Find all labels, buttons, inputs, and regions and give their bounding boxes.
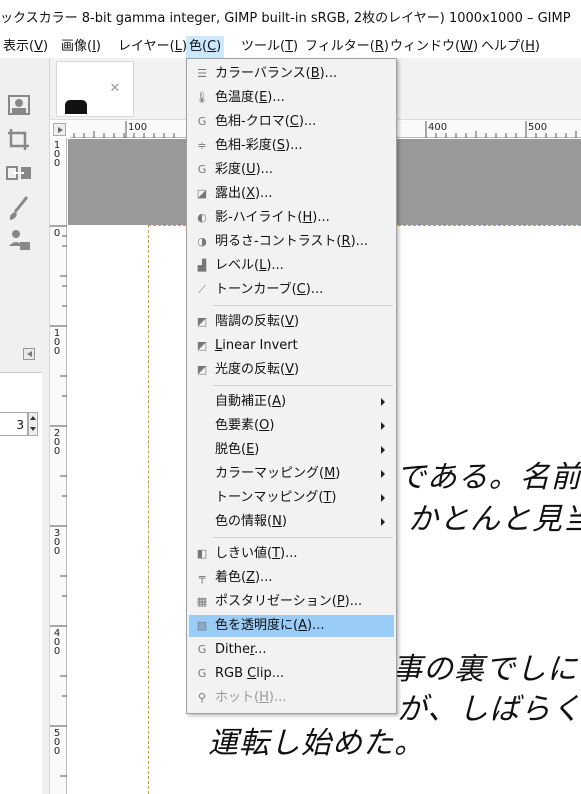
color-temperature-icon: 🌡: [195, 91, 209, 104]
menu-view[interactable]: 表示(V): [0, 36, 51, 58]
exposure-icon: ◪: [196, 187, 208, 200]
menu-item-hot: ⚲ ホット(H)...: [189, 687, 394, 709]
menubar: 表示(V) 画像(I) レイヤー(L) 色(C) ツール(T) フィルター(R)…: [0, 34, 581, 58]
menu-item-rgb-clip[interactable]: G RGB Clip...: [189, 663, 394, 685]
image-tab-thumbnail[interactable]: ✕: [56, 61, 134, 117]
menu-item-threshold[interactable]: ◧ しきい値(T)...: [189, 543, 394, 565]
colorize-icon: ╤: [198, 571, 206, 584]
shadows-highlights-icon: ◐: [197, 211, 207, 224]
menu-item-components[interactable]: 色要素(O): [189, 415, 394, 437]
menu-item-hue-chroma[interactable]: G 色相-クロマ(C)...: [189, 111, 394, 133]
linear-invert-icon: ◩: [196, 339, 208, 352]
menu-item-info[interactable]: 色の情報(N): [189, 511, 394, 533]
submenu-arrow-icon: [381, 494, 385, 502]
dither-icon: G: [197, 643, 207, 656]
handwritten-text-line: 運転し始めた。: [208, 726, 425, 761]
menu-filters[interactable]: フィルター(R): [302, 36, 392, 58]
menu-item-curves[interactable]: ⟋ トーンカーブ(C)...: [189, 279, 394, 301]
menu-item-map[interactable]: カラーマッピング(M): [189, 463, 394, 485]
menu-tools[interactable]: ツール(T): [238, 36, 301, 58]
saturation-icon: G: [197, 163, 207, 176]
foreground-select-tool-icon[interactable]: [5, 92, 33, 120]
flip-tool-icon[interactable]: [5, 159, 33, 187]
gimp-window: ックスカラー 8-bit gamma integer, GIMP built-i…: [0, 0, 581, 794]
submenu-arrow-icon: [381, 422, 385, 430]
menu-separator: [213, 305, 393, 306]
thumbnail-preview: [65, 100, 87, 114]
ruler-label: 400: [428, 122, 448, 133]
invert-icon: ◩: [196, 315, 208, 328]
hue-chroma-icon: G: [197, 115, 207, 128]
menu-layer[interactable]: レイヤー(L): [115, 36, 190, 58]
colors-menu-dropdown: ☰ カラーバランス(B)... 🌡 色温度(E)... G 色相-クロマ(C)... …: [186, 58, 397, 714]
menu-item-auto[interactable]: 自動補正(A): [189, 391, 394, 413]
hot-icon: ⚲: [197, 691, 207, 704]
menu-windows[interactable]: ウィンドウ(W): [387, 36, 481, 58]
menu-item-dither[interactable]: G Dither...: [189, 639, 394, 661]
handwritten-text-line: である。名前し: [396, 460, 581, 495]
clone-tool-icon[interactable]: [5, 226, 33, 254]
tool-option-spin-value[interactable]: 3: [0, 412, 28, 436]
menu-colors[interactable]: 色(C): [186, 36, 225, 58]
navigate-button[interactable]: [53, 123, 66, 136]
handwritten-text-line: 事の裏でしに: [392, 652, 578, 687]
menu-item-colorize[interactable]: ╤ 着色(Z)...: [189, 567, 394, 589]
ruler-label: 100: [128, 122, 148, 133]
menu-item-levels[interactable]: ▟ レベル(L)...: [189, 255, 394, 277]
ruler-label: 2 0 0: [53, 428, 61, 457]
menu-separator: [213, 537, 393, 538]
dock-collapse-button[interactable]: [23, 348, 35, 360]
menu-item-shadows-highlights[interactable]: ◐ 影-ハイライト(H)...: [189, 207, 394, 229]
hue-saturation-icon: ≑: [197, 139, 207, 152]
menu-item-exposure[interactable]: ◪ 露出(X)...: [189, 183, 394, 205]
ruler-label: 5 0 0: [53, 728, 61, 757]
submenu-arrow-icon: [381, 398, 385, 406]
ruler-label: 4 0 0: [53, 628, 61, 657]
menu-help[interactable]: ヘルプ(H): [478, 36, 543, 58]
menu-item-hue-saturation[interactable]: ≑ 色相-彩度(S)...: [189, 135, 394, 157]
menu-item-invert[interactable]: ◩ 階調の反転(V): [189, 311, 394, 333]
submenu-arrow-icon: [381, 446, 385, 454]
submenu-arrow-icon: [381, 470, 385, 478]
window-title: ックスカラー 8-bit gamma integer, GIMP built-i…: [0, 11, 571, 26]
menu-item-color-temperature[interactable]: 🌡 色温度(E)...: [189, 87, 394, 109]
menu-item-tone-mapping[interactable]: トーンマッピング(T): [189, 487, 394, 509]
spin-button-arrows[interactable]: [28, 412, 38, 436]
title-bar: ックスカラー 8-bit gamma integer, GIMP built-i…: [0, 0, 581, 32]
paintbrush-tool-icon[interactable]: [5, 194, 33, 222]
menu-item-saturation[interactable]: G 彩度(U)...: [189, 159, 394, 181]
curves-icon: ⟋: [198, 283, 206, 296]
brightness-contrast-icon: ◑: [197, 235, 207, 248]
ruler-label: 3 0 0: [53, 528, 61, 557]
menu-item-posterize[interactable]: ▦ ポスタリゼーション(P)...: [189, 591, 394, 613]
levels-icon: ▟: [197, 259, 207, 272]
threshold-icon: ◧: [196, 547, 208, 560]
close-icon[interactable]: ✕: [108, 82, 122, 96]
handwritten-text-line: かとんと見当: [408, 502, 581, 537]
menu-item-color-balance[interactable]: ☰ カラーバランス(B)...: [189, 63, 394, 85]
menu-item-value-invert[interactable]: ◩ 光度の反転(V): [189, 359, 394, 381]
menu-separator: [213, 385, 393, 386]
rgb-clip-icon: G: [197, 667, 207, 680]
color-to-alpha-icon: ▨: [196, 619, 208, 632]
ruler-label: 500: [528, 122, 548, 133]
color-balance-icon: ☰: [197, 67, 207, 80]
menu-image[interactable]: 画像(I): [58, 36, 104, 58]
posterize-icon: ▦: [196, 595, 208, 608]
menu-item-linear-invert[interactable]: ◩ Linear Invert: [189, 335, 394, 357]
menu-item-color-to-alpha[interactable]: ▨ 色を透明度に(A)...: [189, 615, 394, 637]
value-invert-icon: ◩: [196, 363, 208, 376]
ruler-label: 1 0 0: [53, 328, 61, 357]
ruler-label: 1 0 0: [53, 140, 61, 169]
submenu-arrow-icon: [381, 518, 385, 526]
menu-item-brightness-contrast[interactable]: ◑ 明るさ-コントラスト(R)...: [189, 231, 394, 253]
menu-item-desaturate[interactable]: 脱色(E): [189, 439, 394, 461]
ruler-label: 0: [53, 228, 61, 239]
crop-tool-icon[interactable]: [5, 126, 33, 154]
